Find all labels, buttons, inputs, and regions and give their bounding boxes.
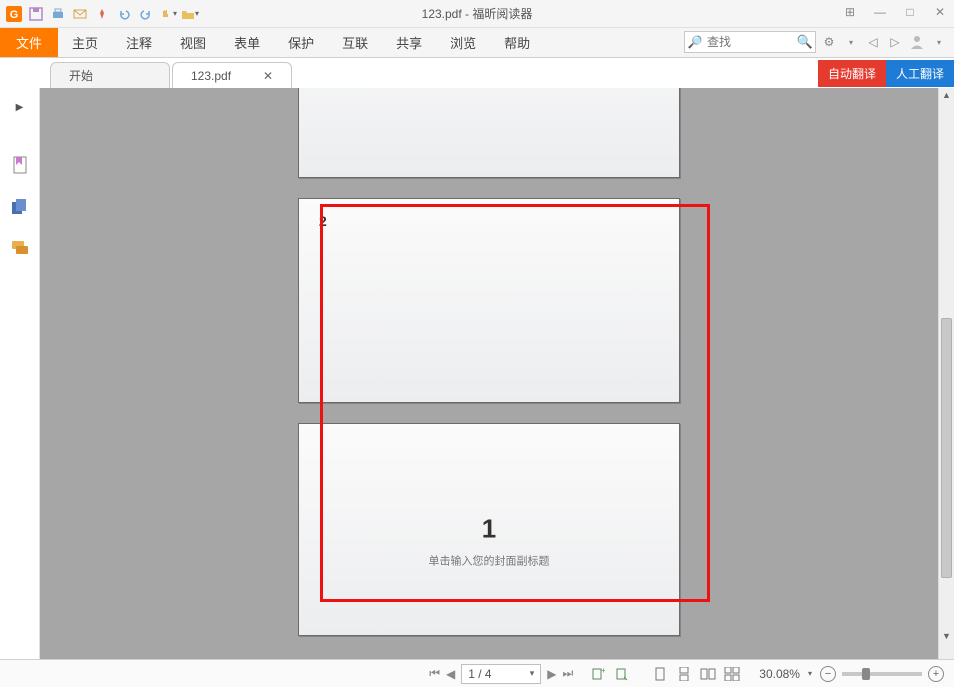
maximize-icon[interactable]: □: [902, 4, 918, 20]
ribbon-tab-share[interactable]: 共享: [382, 28, 436, 57]
cover-subtitle-placeholder: 单击输入您的封面副标题: [299, 552, 679, 568]
ribbon-tab-view[interactable]: 视图: [166, 28, 220, 57]
pin-icon[interactable]: [92, 4, 112, 24]
settings-gear-icon[interactable]: ⚙: [820, 33, 838, 51]
page-corner-number: 2: [319, 213, 327, 229]
svg-text:G: G: [10, 9, 19, 21]
app-logo-icon[interactable]: G: [4, 4, 24, 24]
status-bar: ⏮ ◀ 1 / 4 ▾ ▶ ⏭ + 30.08% ▾ − +: [0, 659, 954, 687]
nav-forward-icon[interactable]: ▷: [886, 33, 904, 51]
single-page-view-icon[interactable]: [651, 665, 669, 683]
view-mode-group: [649, 665, 743, 683]
page-number-field[interactable]: 1 / 4 ▾: [461, 664, 541, 684]
continuous-facing-view-icon[interactable]: [723, 665, 741, 683]
doc-tab-label: 123.pdf: [191, 69, 231, 83]
zoom-level-display: 30.08%: [759, 667, 800, 681]
undo-icon[interactable]: [114, 4, 134, 24]
snap-layout-icon[interactable]: ⊞: [842, 4, 858, 20]
ribbon-bar: 文件 主页 注释 视图 表单 保护 互联 共享 浏览 帮助 🔎 🔍 ⚙ ▾ ◁ …: [0, 28, 954, 58]
close-tab-icon[interactable]: ✕: [263, 69, 273, 83]
zoom-slider[interactable]: [842, 672, 922, 676]
document-tab-bar: 开始 123.pdf ✕ ▼ 自动翻译 人工翻译: [0, 58, 954, 88]
scroll-down-icon[interactable]: ▼: [939, 631, 954, 641]
zoom-dropdown-icon[interactable]: ▾: [808, 669, 812, 678]
main-area: ▶ 2 1 单击输入您的封面副标题 ▲ ▼: [0, 88, 954, 659]
file-tab[interactable]: 文件: [0, 28, 58, 57]
facing-view-icon[interactable]: [699, 665, 717, 683]
document-viewport[interactable]: 2 1 单击输入您的封面副标题: [40, 88, 938, 659]
zoom-out-button[interactable]: −: [820, 666, 836, 682]
scroll-up-icon[interactable]: ▲: [939, 90, 954, 100]
quick-access-toolbar: G ▾ ▾: [0, 4, 200, 24]
search-box[interactable]: 🔎 🔍: [684, 31, 816, 53]
window-controls: ⊞ — □ ✕: [842, 4, 948, 20]
pages-container: 2 1 单击输入您的封面副标题: [298, 88, 680, 656]
email-icon[interactable]: [70, 4, 90, 24]
ribbon-tab-connect[interactable]: 互联: [328, 28, 382, 57]
settings-dropdown-icon[interactable]: ▾: [842, 33, 860, 51]
prev-page-icon[interactable]: ◀: [446, 667, 455, 681]
hand-tool-icon[interactable]: ▾: [158, 4, 178, 24]
close-window-icon[interactable]: ✕: [932, 4, 948, 20]
auto-translate-button[interactable]: 自动翻译: [818, 60, 886, 87]
pages-panel-icon[interactable]: [8, 195, 32, 219]
ribbon-tab-browse[interactable]: 浏览: [436, 28, 490, 57]
left-sidebar: ▶: [0, 88, 40, 659]
ribbon-tab-home[interactable]: 主页: [58, 28, 112, 57]
doc-tab-file[interactable]: 123.pdf ✕: [172, 62, 292, 88]
redo-icon[interactable]: [136, 4, 156, 24]
ribbon-tab-help[interactable]: 帮助: [490, 28, 544, 57]
doc-tab-start[interactable]: 开始: [50, 62, 170, 88]
doc-tab-label: 开始: [69, 67, 93, 84]
ribbon-tab-annotate[interactable]: 注释: [112, 28, 166, 57]
manual-translate-button[interactable]: 人工翻译: [886, 60, 954, 87]
page-dropdown-icon[interactable]: ▾: [530, 668, 535, 679]
add-bookmark-icon[interactable]: +: [589, 665, 607, 683]
translate-buttons: 自动翻译 人工翻译: [818, 60, 954, 87]
window-title: 123.pdf - 福昕阅读器: [422, 5, 533, 22]
next-page-icon[interactable]: ▶: [547, 667, 556, 681]
find-folder-icon: 🔎: [685, 35, 705, 49]
pdf-page[interactable]: [298, 88, 680, 178]
first-page-icon[interactable]: ⏮: [429, 666, 440, 681]
zoom-in-button[interactable]: +: [928, 666, 944, 682]
user-dropdown-icon[interactable]: ▾: [930, 33, 948, 51]
zoom-slider-knob[interactable]: [862, 668, 870, 680]
vertical-scrollbar[interactable]: ▲ ▼: [938, 88, 954, 659]
bookmarks-panel-icon[interactable]: [8, 153, 32, 177]
page-nav-controls: ⏮ ◀: [429, 666, 455, 681]
page-number-display: 1 / 4: [468, 667, 491, 681]
pdf-page[interactable]: 1 单击输入您的封面副标题: [298, 423, 680, 636]
ribbon-tab-form[interactable]: 表单: [220, 28, 274, 57]
goto-bookmark-icon[interactable]: [613, 665, 631, 683]
print-icon[interactable]: [48, 4, 68, 24]
page-nav-controls-2: ▶ ⏭: [547, 666, 573, 681]
search-button-icon[interactable]: 🔍: [795, 34, 815, 50]
ribbon-tab-protect[interactable]: 保护: [274, 28, 328, 57]
bookmark-nav-group: +: [587, 665, 633, 683]
scrollbar-thumb[interactable]: [941, 318, 952, 578]
pdf-page[interactable]: 2: [298, 198, 680, 403]
comments-panel-icon[interactable]: [8, 237, 32, 261]
user-profile-icon[interactable]: [908, 33, 926, 51]
title-bar: G ▾ ▾ 123.pdf - 福昕阅读器 ⊞ — □ ✕: [0, 0, 954, 28]
save-icon[interactable]: [26, 4, 46, 24]
last-page-icon[interactable]: ⏭: [562, 666, 573, 681]
ribbon-right-tools: 🔎 🔍 ⚙ ▾ ◁ ▷ ▾: [684, 31, 948, 53]
page-center-content: 1 单击输入您的封面副标题: [299, 513, 679, 568]
continuous-view-icon[interactable]: [675, 665, 693, 683]
nav-back-icon[interactable]: ◁: [864, 33, 882, 51]
open-folder-icon[interactable]: ▾: [180, 4, 200, 24]
minimize-icon[interactable]: —: [872, 4, 888, 20]
cover-title-number: 1: [299, 513, 679, 544]
search-input[interactable]: [705, 35, 795, 49]
expand-sidebar-icon[interactable]: ▶: [16, 102, 24, 113]
svg-text:+: +: [601, 667, 605, 675]
